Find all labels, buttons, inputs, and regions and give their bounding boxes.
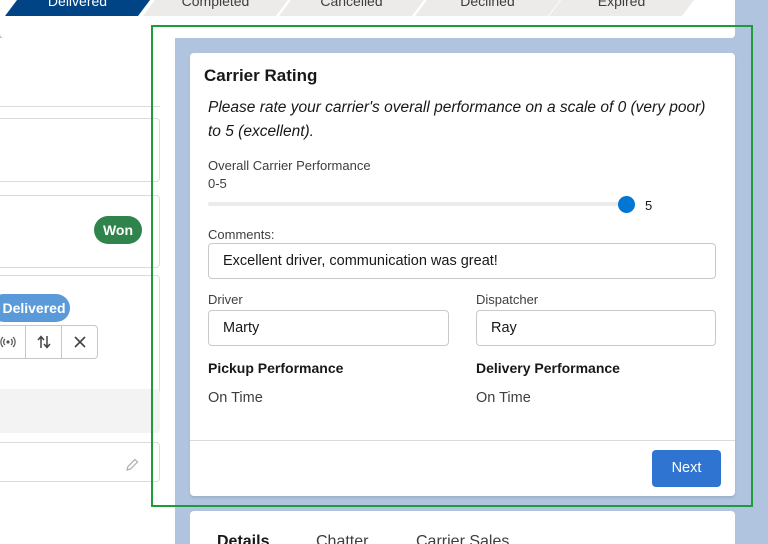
left-column	[0, 38, 175, 544]
sort-arrows-icon	[36, 335, 51, 349]
rating-instructions: Please rate your carrier's overall perfo…	[208, 99, 706, 140]
path-bar: Delivered Completed Cancelled Declined E…	[0, 0, 700, 17]
tab-details[interactable]: Details	[217, 533, 269, 544]
next-button[interactable]: Next	[652, 450, 721, 487]
pickup-performance-label: Pickup Performance	[208, 360, 344, 376]
delivery-performance-label: Delivery Performance	[476, 360, 620, 376]
path-stage-declined[interactable]: Declined	[415, 0, 560, 16]
sort-button[interactable]	[26, 325, 62, 359]
divider	[0, 106, 160, 107]
path-stage-expired[interactable]: Expired	[549, 0, 694, 16]
close-button[interactable]	[62, 325, 98, 359]
path-stage-cancelled[interactable]: Cancelled	[279, 0, 424, 16]
path-strip: Delivered Completed Cancelled Declined E…	[0, 0, 735, 38]
rating-slider[interactable]	[208, 202, 626, 206]
rating-slider-thumb[interactable]	[617, 196, 635, 213]
pickup-performance-value: On Time	[208, 390, 263, 406]
rating-range-label: 0-5	[208, 176, 227, 191]
tab-carrier-sales[interactable]: Carrier Sales	[416, 533, 509, 544]
rating-value: 5	[645, 198, 653, 213]
status-badge: Delivered	[0, 294, 70, 322]
highlight-panel	[0, 389, 160, 433]
driver-label: Driver	[208, 292, 243, 307]
footer-divider	[190, 440, 735, 441]
action-button-group	[0, 325, 98, 359]
carrier-rating-card: Carrier Rating Please rate your carrier'…	[190, 53, 735, 496]
dispatcher-label: Dispatcher	[476, 292, 539, 307]
tabs-card: Details Chatter Carrier Sales	[190, 511, 735, 544]
card-title: Carrier Rating	[204, 66, 318, 85]
comments-input[interactable]: Excellent driver, communication was grea…	[208, 243, 716, 279]
left-card	[0, 118, 160, 182]
dispatcher-input[interactable]: Ray	[476, 310, 716, 346]
comments-label: Comments:	[208, 227, 275, 242]
tracking-button[interactable]	[0, 325, 26, 359]
tab-chatter[interactable]: Chatter	[316, 533, 368, 544]
path-stage-completed[interactable]: Completed	[143, 0, 288, 16]
pencil-icon[interactable]	[124, 457, 140, 476]
delivery-performance-value: On Time	[476, 390, 531, 406]
rating-label: Overall Carrier Performance	[208, 158, 371, 173]
close-icon	[73, 336, 86, 348]
driver-input[interactable]: Marty	[208, 310, 449, 346]
antenna-icon	[0, 336, 16, 348]
path-stage-delivered[interactable]: Delivered	[5, 0, 150, 16]
won-badge: Won	[94, 216, 142, 244]
